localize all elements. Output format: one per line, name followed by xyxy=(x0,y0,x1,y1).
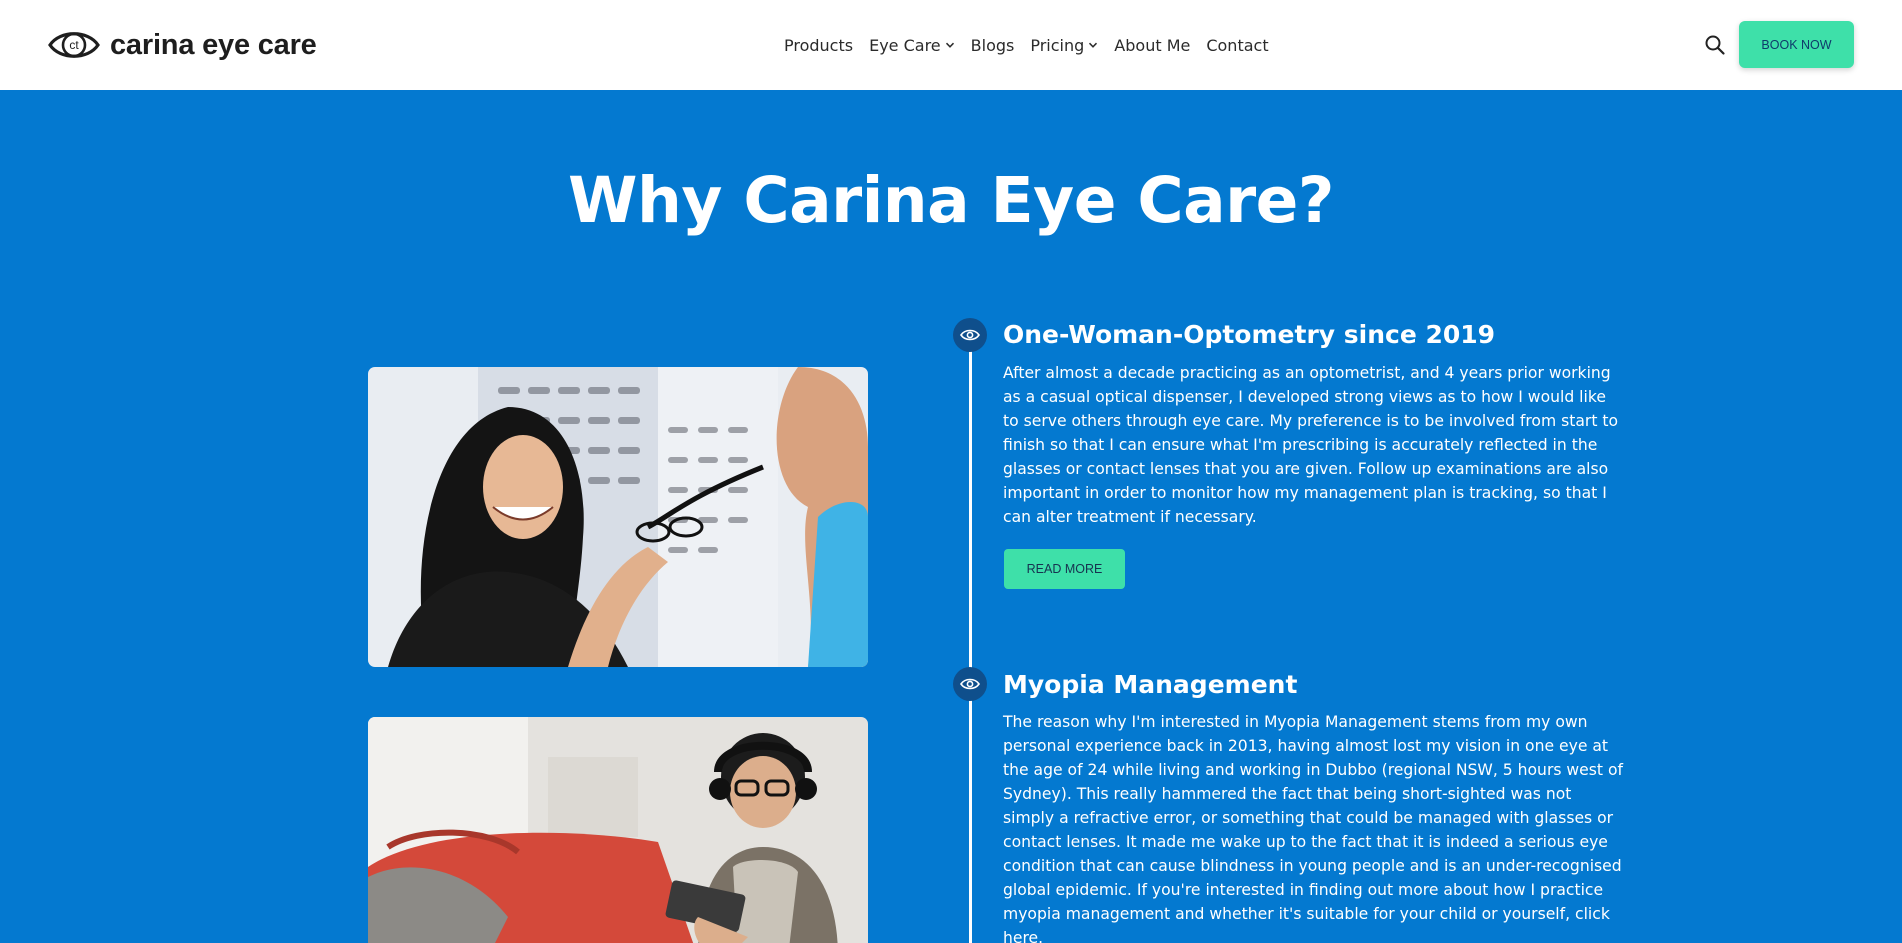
nav-item-label: Pricing xyxy=(1030,35,1085,55)
item-body: After almost a decade practicing as an o… xyxy=(1003,364,1619,526)
child-with-tablet-photo xyxy=(368,717,868,943)
nav-item-contact[interactable]: Contact xyxy=(1206,36,1268,55)
eye-icon xyxy=(960,678,980,690)
item-body: The reason why I'm interested in Myopia … xyxy=(1003,713,1624,943)
read-more-button[interactable]: READ MORE xyxy=(1004,549,1125,589)
nav-item-label: Products xyxy=(784,35,854,55)
site-header: ct carina eye care Products Eye Care Blo… xyxy=(0,0,1902,90)
chevron-down-icon xyxy=(945,42,954,48)
why-section: Why Carina Eye Care? One-Woman-Optometry… xyxy=(0,90,1902,943)
main-nav: Products Eye Care Blogs Pricing About Me… xyxy=(784,0,1269,90)
nav-item-products[interactable]: Products xyxy=(784,36,853,55)
logo-mark-text: ct xyxy=(69,38,79,52)
nav-item-label: About Me xyxy=(1114,35,1191,55)
eye-icon xyxy=(960,329,980,341)
nav-item-pricing[interactable]: Pricing xyxy=(1030,36,1098,55)
item-heading: Myopia Management xyxy=(1003,670,1298,699)
nav-item-label: Blogs xyxy=(970,35,1015,55)
item-heading: One-Woman-Optometry since 2019 xyxy=(1003,320,1496,349)
nav-item-label: Contact xyxy=(1206,35,1269,55)
nav-item-eye-care[interactable]: Eye Care xyxy=(869,36,955,55)
brand-logo[interactable]: ct carina eye care xyxy=(48,26,317,64)
timeline-marker xyxy=(953,667,987,701)
book-now-button[interactable]: BOOK NOW xyxy=(1739,21,1854,68)
optometrist-photo xyxy=(368,367,868,667)
nav-item-about-me[interactable]: About Me xyxy=(1114,36,1190,55)
nav-item-label: Eye Care xyxy=(869,35,941,55)
search-icon[interactable] xyxy=(1703,33,1727,57)
eye-logo-icon: ct xyxy=(48,32,100,58)
section-title: Why Carina Eye Care? xyxy=(568,164,1334,237)
chevron-down-icon xyxy=(1089,42,1098,48)
timeline-line xyxy=(969,335,972,943)
nav-item-blogs[interactable]: Blogs xyxy=(971,36,1015,55)
brand-name: carina eye care xyxy=(110,28,317,61)
timeline-marker xyxy=(953,318,987,352)
